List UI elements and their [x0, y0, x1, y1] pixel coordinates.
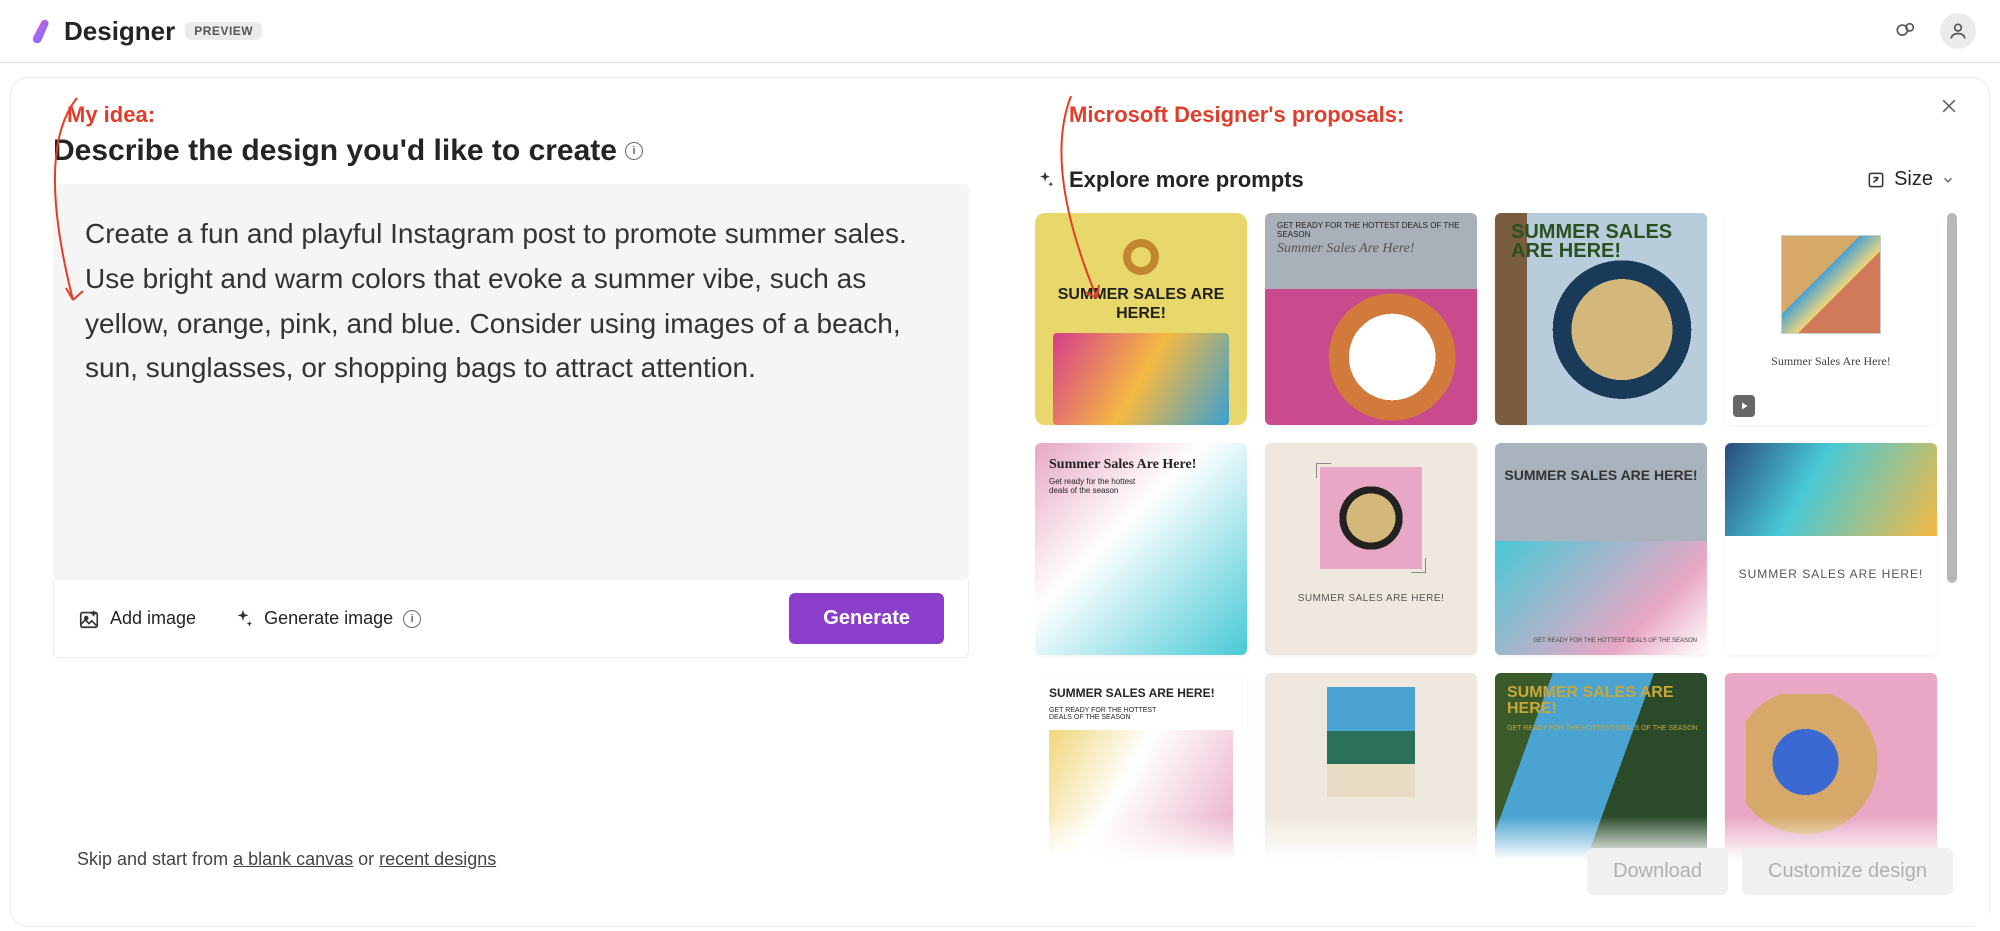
- card-subtitle: GET READY FOR THE HOTTEST DEALS OF THE S…: [1507, 725, 1707, 733]
- design-card[interactable]: SUMMER SALES ARE HERE!: [1495, 213, 1707, 425]
- card-text: Summer Sales Are Here! Get ready for the…: [1049, 457, 1207, 496]
- sparkle-icon: [232, 608, 254, 630]
- donut-icon: [1123, 239, 1159, 275]
- add-image-label: Add image: [110, 608, 196, 629]
- feedback-icon[interactable]: [1888, 13, 1924, 49]
- download-button[interactable]: Download: [1587, 848, 1728, 895]
- blank-canvas-link[interactable]: a blank canvas: [233, 849, 353, 869]
- card-subtitle: GET READY FOR THE HOTTEST DEALS OF THE S…: [1277, 221, 1465, 239]
- skip-prefix: Skip and start from: [77, 849, 233, 869]
- preview-badge: PREVIEW: [185, 22, 262, 40]
- designer-logo-icon: [24, 16, 54, 46]
- card-image: [1327, 687, 1415, 797]
- video-badge-icon: [1733, 395, 1755, 417]
- card-title: SUMMER SALES ARE HERE!: [1049, 687, 1233, 701]
- right-pane: Microsoft Designer's proposals: Explore …: [1011, 78, 1989, 926]
- card-thumb: [1781, 235, 1880, 334]
- design-card[interactable]: SUMMER SALES ARE HERE!: [1035, 213, 1247, 425]
- info-icon[interactable]: i: [403, 610, 421, 628]
- top-actions: [1888, 13, 1976, 49]
- brand-name: Designer: [64, 16, 175, 47]
- customize-design-button[interactable]: Customize design: [1742, 848, 1953, 895]
- sparkle-icon: [1035, 170, 1055, 190]
- recent-designs-link[interactable]: recent designs: [379, 849, 496, 869]
- card-image: [1053, 333, 1229, 425]
- card-title: Summer Sales Are Here!: [1771, 354, 1891, 369]
- card-image: [1265, 289, 1477, 425]
- card-title: SUMMER SALES ARE HERE!: [1507, 685, 1707, 717]
- size-label: Size: [1894, 168, 1933, 191]
- card-title: Summer Sales Are Here!: [1277, 241, 1465, 257]
- card-title: SUMMER SALES ARE HERE!: [1053, 285, 1229, 323]
- design-card[interactable]: SUMMER SALES ARE HERE! GET READY FOR THE…: [1495, 443, 1707, 655]
- add-image-button[interactable]: Add image: [78, 608, 196, 630]
- explore-prompts-button[interactable]: Explore more prompts: [1035, 167, 1304, 193]
- card-title: SUMMER SALES ARE HERE!: [1725, 566, 1937, 583]
- brand: Designer PREVIEW: [24, 16, 262, 47]
- card-text: GET READY FOR THE HOTTEST DEALS OF THE S…: [1265, 213, 1477, 289]
- design-card[interactable]: SUMMER SALES ARE HERE!: [1725, 443, 1937, 655]
- chevron-down-icon: [1941, 173, 1955, 187]
- generate-button[interactable]: Generate: [789, 593, 944, 644]
- generate-image-button[interactable]: Generate image i: [232, 608, 421, 630]
- add-image-icon: [78, 608, 100, 630]
- prompt-textarea[interactable]: Create a fun and playful Instagram post …: [53, 184, 969, 580]
- design-card[interactable]: Summer Sales Are Here! Get ready for the…: [1035, 443, 1247, 655]
- heading-row: Describe the design you'd like to create…: [53, 134, 969, 168]
- card-subtitle: Get ready for the hottest deals of the s…: [1049, 478, 1144, 496]
- card-image: [1725, 443, 1937, 536]
- card-title: Summer Sales Are Here!: [1049, 457, 1207, 472]
- account-avatar[interactable]: [1940, 13, 1976, 49]
- card-subtitle: GET READY FOR THE HOTTEST DEALS OF THE S…: [1049, 707, 1178, 722]
- annotation-proposals: Microsoft Designer's proposals:: [1069, 102, 1961, 128]
- left-pane: My idea: Describe the design you'd like …: [11, 78, 1011, 926]
- scrollbar[interactable]: [1947, 213, 1957, 583]
- annotation-my-idea: My idea:: [67, 102, 969, 128]
- card-title: SUMMER SALES ARE HERE!: [1511, 223, 1707, 261]
- design-card[interactable]: SUMMER SALES ARE HERE!: [1265, 443, 1477, 655]
- card-subtitle: GET READY FOR THE HOTTEST DEALS OF THE S…: [1534, 638, 1697, 645]
- bottom-action-bar: Download Customize design: [1011, 816, 1989, 926]
- skip-middle: or: [353, 849, 379, 869]
- size-dropdown[interactable]: Size: [1860, 164, 1961, 195]
- card-thumb: [1320, 467, 1422, 569]
- card-title: SUMMER SALES ARE HERE!: [1298, 593, 1445, 604]
- describe-heading: Describe the design you'd like to create: [53, 134, 617, 168]
- resize-icon: [1866, 170, 1886, 190]
- card-title: SUMMER SALES ARE HERE!: [1495, 467, 1707, 484]
- design-gallery: SUMMER SALES ARE HERE! GET READY FOR THE…: [1035, 213, 1961, 885]
- generate-image-label: Generate image: [264, 608, 393, 629]
- card-image: [1320, 467, 1422, 569]
- card-text: SUMMER SALES ARE HERE! GET READY FOR THE…: [1507, 685, 1707, 733]
- top-bar: Designer PREVIEW: [0, 0, 2000, 63]
- info-icon[interactable]: i: [625, 142, 643, 160]
- card-image: [1782, 236, 1879, 333]
- explore-label: Explore more prompts: [1069, 167, 1304, 193]
- prompt-toolbar: Add image Generate image i Generate: [53, 580, 969, 658]
- toolbar-left: Add image Generate image i: [78, 608, 421, 630]
- design-card[interactable]: Summer Sales Are Here!: [1725, 213, 1937, 425]
- design-card[interactable]: GET READY FOR THE HOTTEST DEALS OF THE S…: [1265, 213, 1477, 425]
- skip-row: Skip and start from a blank canvas or re…: [77, 849, 496, 870]
- main-card: My idea: Describe the design you'd like …: [10, 77, 1990, 927]
- explore-row: Explore more prompts Size: [1035, 164, 1961, 195]
